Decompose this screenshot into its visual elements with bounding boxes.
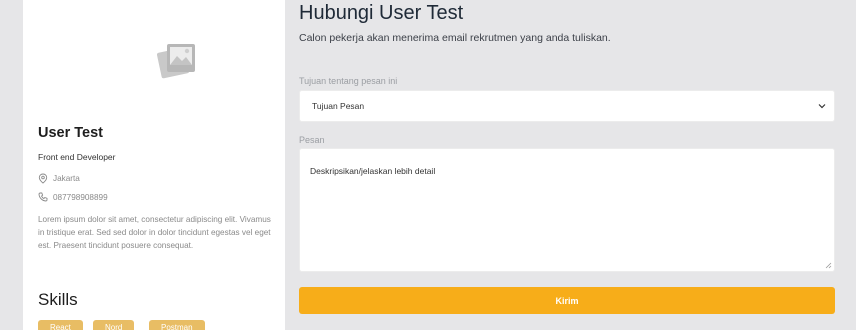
chevron-down-icon <box>818 104 826 109</box>
location-text: Jakarta <box>53 174 80 183</box>
message-textarea[interactable]: Deskripsikan/jelaskan lebih detail <box>299 148 835 272</box>
location-row: Jakarta <box>38 173 80 184</box>
skill-badge: Postman <box>149 320 205 330</box>
page-subtitle: Calon pekerja akan menerima email rekrut… <box>299 32 611 44</box>
image-placeholder-icon <box>157 44 195 79</box>
purpose-label: Tujuan tentang pesan ini <box>299 76 398 86</box>
message-label: Pesan <box>299 135 325 145</box>
purpose-select[interactable]: Tujuan Pesan <box>299 90 835 122</box>
phone-icon <box>38 192 48 202</box>
about-text: Lorem ipsum dolor sit amet, consectetur … <box>38 215 271 250</box>
phone-text: 087798908899 <box>53 192 108 202</box>
scrollbar[interactable] <box>842 0 856 330</box>
location-pin-icon <box>38 173 48 184</box>
profile-card: User Test Front end Developer Jakarta 08… <box>23 0 285 330</box>
submit-button[interactable]: Kirim <box>299 287 835 314</box>
page-title: Hubungi User Test <box>299 2 464 24</box>
message-placeholder: Deskripsikan/jelaskan lebih detail <box>310 166 436 176</box>
skills-title: Skills <box>38 290 78 309</box>
resize-handle-icon[interactable] <box>825 262 832 269</box>
phone-row: 087798908899 <box>38 192 108 202</box>
user-role: Front end Developer <box>38 152 116 162</box>
skill-badge: React <box>38 320 83 330</box>
user-name: User Test <box>38 125 104 141</box>
skill-badge: Nord <box>93 320 135 330</box>
purpose-select-value: Tujuan Pesan <box>312 101 365 111</box>
